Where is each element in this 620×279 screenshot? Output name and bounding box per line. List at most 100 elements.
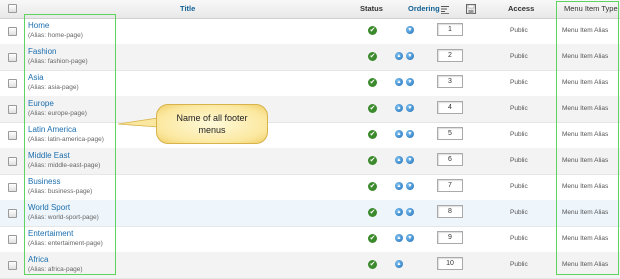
move-up-icon[interactable]: ▲ xyxy=(395,260,403,268)
alias-value: home-page xyxy=(47,32,81,39)
alias-value: fashion-page xyxy=(47,58,86,65)
row-checkbox[interactable] xyxy=(8,105,17,114)
select-all-checkbox[interactable] xyxy=(8,4,17,13)
menu-item-title[interactable]: Asia xyxy=(28,73,44,82)
published-check-icon[interactable]: ✔ xyxy=(368,260,377,269)
alias-label: Alias: xyxy=(30,266,47,273)
menu-item-type: Menu Item Alias xyxy=(562,53,609,60)
published-check-icon[interactable]: ✔ xyxy=(368,26,377,35)
row-checkbox[interactable] xyxy=(8,131,17,140)
move-up-icon[interactable]: ▲ xyxy=(395,156,403,164)
alias-label: Alias: xyxy=(30,214,47,221)
published-check-icon[interactable]: ✔ xyxy=(368,156,377,165)
alias-value: asia-page xyxy=(47,84,77,91)
table-row: Asia (Alias: asia-page) ✔ ▲ ▼ 3 Public M… xyxy=(0,70,620,97)
row-checkbox[interactable] xyxy=(8,27,17,36)
move-down-icon[interactable]: ▼ xyxy=(406,156,414,164)
table-row: Europe (Alias: europe-page) ✔ ▲ ▼ 4 Publ… xyxy=(0,96,620,123)
move-up-icon[interactable]: ▲ xyxy=(395,104,403,112)
menu-item-alias: (Alias: business-page) xyxy=(28,188,93,195)
alias-value: entertaiment-page xyxy=(47,240,101,247)
published-check-icon[interactable]: ✔ xyxy=(368,78,377,87)
move-down-icon[interactable]: ▼ xyxy=(406,104,414,112)
callout-text-line2: menus xyxy=(198,125,226,135)
row-checkbox[interactable] xyxy=(8,79,17,88)
ordering-input[interactable]: 4 xyxy=(437,101,463,114)
menu-item-type: Menu Item Alias xyxy=(562,261,609,268)
table-row: World Sport (Alias: world-sport-page) ✔ … xyxy=(0,200,620,227)
row-checkbox[interactable] xyxy=(8,235,17,244)
published-check-icon[interactable]: ✔ xyxy=(368,208,377,217)
menu-item-title[interactable]: Africa xyxy=(28,255,48,264)
ordering-input[interactable]: 6 xyxy=(437,153,463,166)
row-checkbox[interactable] xyxy=(8,157,17,166)
row-checkbox[interactable] xyxy=(8,209,17,218)
ordering-input[interactable]: 10 xyxy=(437,257,463,270)
ordering-input[interactable]: 7 xyxy=(437,179,463,192)
move-up-icon[interactable]: ▲ xyxy=(395,130,403,138)
alias-label: Alias: xyxy=(30,32,47,39)
alias-label: Alias: xyxy=(30,84,47,91)
menu-item-title[interactable]: World Sport xyxy=(28,203,70,212)
row-checkbox[interactable] xyxy=(8,53,17,62)
ordering-input[interactable]: 3 xyxy=(437,75,463,88)
menu-item-title[interactable]: Middle East xyxy=(28,151,70,160)
menu-item-alias: (Alias: middle-east-page) xyxy=(28,162,101,169)
move-down-icon[interactable]: ▼ xyxy=(406,26,414,34)
ordering-input[interactable]: 5 xyxy=(437,127,463,140)
alias-label: Alias: xyxy=(30,110,47,117)
table-row: Middle East (Alias: middle-east-page) ✔ … xyxy=(0,148,620,175)
row-checkbox[interactable] xyxy=(8,183,17,192)
menu-item-title[interactable]: Latin America xyxy=(28,125,76,134)
alias-label: Alias: xyxy=(30,188,47,195)
access-column-header[interactable]: Access xyxy=(508,4,534,13)
ordering-input[interactable]: 9 xyxy=(437,231,463,244)
move-down-icon[interactable]: ▼ xyxy=(406,234,414,242)
table-row: Latin America (Alias: latin-america-page… xyxy=(0,122,620,149)
callout-note: Name of all footer menus xyxy=(156,104,268,144)
table-header: Title Status Ordering Access Menu Item T… xyxy=(0,0,620,19)
menu-item-type: Menu Item Alias xyxy=(562,27,609,34)
menu-item-type: Menu Item Alias xyxy=(562,157,609,164)
ordering-input[interactable]: 1 xyxy=(437,23,463,36)
move-down-icon[interactable]: ▼ xyxy=(406,52,414,60)
access-level: Public xyxy=(510,209,528,216)
menu-item-title[interactable]: Entertaiment xyxy=(28,229,73,238)
alias-label: Alias: xyxy=(30,240,47,247)
menu-item-type-column-header[interactable]: Menu Item Type xyxy=(564,4,618,13)
move-down-icon[interactable]: ▼ xyxy=(406,130,414,138)
access-level: Public xyxy=(510,157,528,164)
menu-item-type: Menu Item Alias xyxy=(562,79,609,86)
ordering-column-header[interactable]: Ordering xyxy=(408,4,440,13)
ordering-input[interactable]: 8 xyxy=(437,205,463,218)
row-checkbox[interactable] xyxy=(8,261,17,270)
access-level: Public xyxy=(510,183,528,190)
published-check-icon[interactable]: ✔ xyxy=(368,52,377,61)
menu-item-type: Menu Item Alias xyxy=(562,235,609,242)
save-order-icon[interactable] xyxy=(466,4,476,14)
title-column-header[interactable]: Title xyxy=(180,4,195,13)
published-check-icon[interactable]: ✔ xyxy=(368,130,377,139)
move-up-icon[interactable]: ▲ xyxy=(395,182,403,190)
move-up-icon[interactable]: ▲ xyxy=(395,234,403,242)
alias-label: Alias: xyxy=(30,162,47,169)
access-level: Public xyxy=(510,131,528,138)
table-row: Fashion (Alias: fashion-page) ✔ ▲ ▼ 2 Pu… xyxy=(0,44,620,71)
menu-item-title[interactable]: Business xyxy=(28,177,60,186)
published-check-icon[interactable]: ✔ xyxy=(368,104,377,113)
published-check-icon[interactable]: ✔ xyxy=(368,182,377,191)
menu-item-title[interactable]: Fashion xyxy=(28,47,56,56)
move-down-icon[interactable]: ▼ xyxy=(406,208,414,216)
move-down-icon[interactable]: ▼ xyxy=(406,78,414,86)
menu-item-type: Menu Item Alias xyxy=(562,131,609,138)
move-up-icon[interactable]: ▲ xyxy=(395,78,403,86)
move-up-icon[interactable]: ▲ xyxy=(395,52,403,60)
published-check-icon[interactable]: ✔ xyxy=(368,234,377,243)
sort-icon[interactable] xyxy=(440,4,450,14)
ordering-input[interactable]: 2 xyxy=(437,49,463,62)
move-up-icon[interactable]: ▲ xyxy=(395,208,403,216)
menu-item-title[interactable]: Home xyxy=(28,21,49,30)
status-column-header[interactable]: Status xyxy=(360,4,383,13)
move-down-icon[interactable]: ▼ xyxy=(406,182,414,190)
menu-item-title[interactable]: Europe xyxy=(28,99,54,108)
